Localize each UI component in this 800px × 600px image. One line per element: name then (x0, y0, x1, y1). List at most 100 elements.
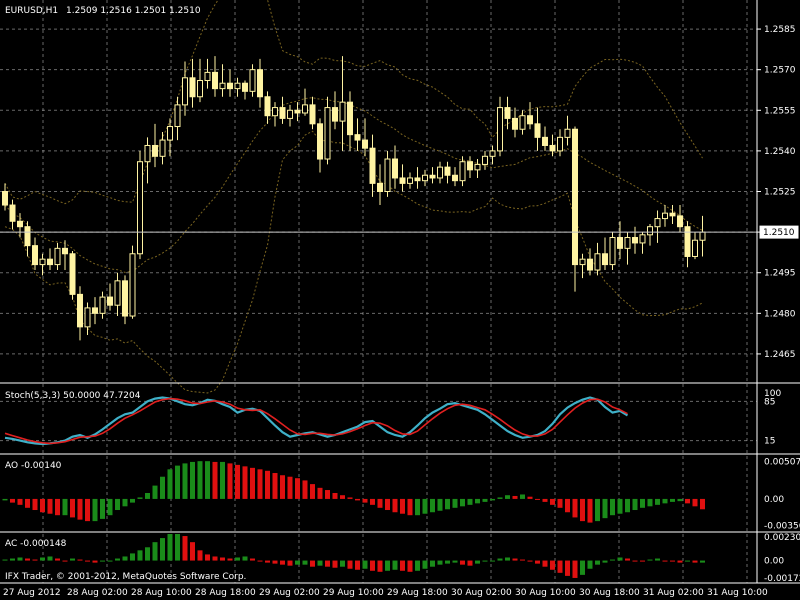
bear-candle[interactable] (549, 144, 556, 152)
bull-candle[interactable] (84, 307, 91, 328)
bear-candle[interactable] (399, 177, 406, 184)
bull-candle[interactable] (497, 107, 503, 152)
bull-candle[interactable] (699, 231, 706, 241)
bull-candle[interactable] (197, 80, 203, 98)
bull-candle[interactable] (384, 158, 391, 192)
bear-candle[interactable] (512, 117, 518, 130)
bull-candle[interactable] (339, 101, 346, 122)
bear-candle[interactable] (242, 82, 248, 92)
bear-candle[interactable] (264, 96, 271, 117)
awesome-oscillator-bar-up (520, 494, 525, 499)
bear-candle[interactable] (92, 307, 98, 314)
bear-candle[interactable] (47, 258, 53, 266)
bear-candle[interactable] (62, 247, 68, 255)
bull-candle[interactable] (302, 104, 308, 114)
bull-candle[interactable] (219, 82, 226, 90)
bear-candle[interactable] (392, 158, 398, 179)
bull-candle[interactable] (182, 77, 188, 106)
bull-candle[interactable] (489, 150, 496, 157)
bear-candle[interactable] (504, 107, 511, 119)
bear-candle[interactable] (9, 204, 16, 222)
bear-candle[interactable] (69, 253, 76, 295)
bull-candle[interactable] (174, 104, 181, 128)
bull-candle[interactable] (519, 115, 526, 130)
bull-candle[interactable] (167, 126, 173, 141)
bear-candle[interactable] (347, 101, 353, 136)
bull-candle[interactable] (654, 218, 661, 228)
bear-candle[interactable] (279, 107, 286, 119)
bear-candle[interactable] (362, 139, 368, 149)
bear-candle[interactable] (122, 280, 128, 317)
trading-terminal[interactable]: 1.2585 1.2570 1.2555 1.2540 1.2525 1.2510 1.24… (0, 0, 800, 600)
bear-candle[interactable] (354, 134, 361, 141)
bull-candle[interactable] (557, 136, 563, 152)
bear-candle[interactable] (527, 115, 533, 125)
bull-candle[interactable] (272, 107, 278, 117)
bear-candle[interactable] (107, 296, 113, 306)
bear-candle[interactable] (294, 109, 301, 114)
bull-candle[interactable] (564, 128, 571, 138)
bear-candle[interactable] (684, 226, 691, 257)
bull-candle[interactable] (639, 234, 646, 244)
bear-candle[interactable] (602, 253, 608, 266)
bear-candle[interactable] (212, 71, 218, 90)
bull-candle[interactable] (437, 166, 443, 179)
price-tick-label: 1.2555 (764, 106, 796, 116)
bear-candle[interactable] (572, 128, 578, 266)
bear-candle[interactable] (332, 107, 338, 122)
bull-candle[interactable] (407, 177, 413, 184)
bear-candle[interactable] (2, 191, 8, 206)
bear-candle[interactable] (632, 237, 638, 244)
bull-candle[interactable] (647, 226, 653, 236)
stochastic-tick-label: 15 (764, 437, 775, 447)
bull-candle[interactable] (324, 107, 331, 160)
bear-candle[interactable] (369, 147, 376, 184)
bear-candle[interactable] (17, 220, 23, 228)
bull-candle[interactable] (54, 247, 61, 266)
bull-candle[interactable] (624, 237, 631, 249)
bull-candle[interactable] (204, 71, 211, 82)
bull-candle[interactable] (99, 296, 106, 314)
bear-candle[interactable] (32, 245, 38, 266)
bull-candle[interactable] (287, 109, 293, 119)
bull-candle[interactable] (482, 155, 488, 165)
bear-candle[interactable] (227, 82, 233, 90)
bull-candle[interactable] (579, 258, 586, 266)
bull-candle[interactable] (662, 212, 668, 220)
awesome-oscillator-bar-down (692, 498, 698, 507)
bull-candle[interactable] (609, 237, 616, 266)
bear-candle[interactable] (534, 123, 541, 138)
bear-candle[interactable] (452, 174, 458, 182)
bull-candle[interactable] (422, 174, 428, 182)
bull-candle[interactable] (474, 163, 481, 171)
bear-candle[interactable] (542, 136, 548, 146)
bear-candle[interactable] (677, 215, 683, 228)
bear-candle[interactable] (189, 77, 196, 98)
bull-candle[interactable] (129, 253, 136, 317)
bear-candle[interactable] (377, 182, 383, 192)
bull-candle[interactable] (249, 69, 256, 92)
accelerator-oscillator-bar-down (197, 550, 203, 561)
bear-candle[interactable] (444, 166, 451, 176)
bull-candle[interactable] (692, 239, 698, 257)
bull-candle[interactable] (144, 144, 151, 163)
bull-candle[interactable] (159, 139, 166, 157)
bear-candle[interactable] (152, 144, 158, 157)
bear-candle[interactable] (317, 123, 323, 160)
bull-candle[interactable] (39, 258, 46, 266)
bull-candle[interactable] (594, 253, 601, 271)
bear-candle[interactable] (617, 237, 623, 249)
bull-candle[interactable] (137, 161, 143, 255)
bull-candle[interactable] (459, 161, 466, 182)
bear-candle[interactable] (669, 212, 676, 217)
bear-candle[interactable] (587, 258, 593, 271)
bear-candle[interactable] (414, 177, 421, 182)
bear-candle[interactable] (24, 226, 31, 247)
bear-candle[interactable] (77, 293, 83, 328)
bear-candle[interactable] (309, 104, 316, 125)
bear-candle[interactable] (257, 69, 263, 98)
bull-candle[interactable] (234, 82, 241, 90)
bear-candle[interactable] (467, 161, 473, 171)
bear-candle[interactable] (429, 174, 436, 179)
bull-candle[interactable] (114, 280, 121, 306)
